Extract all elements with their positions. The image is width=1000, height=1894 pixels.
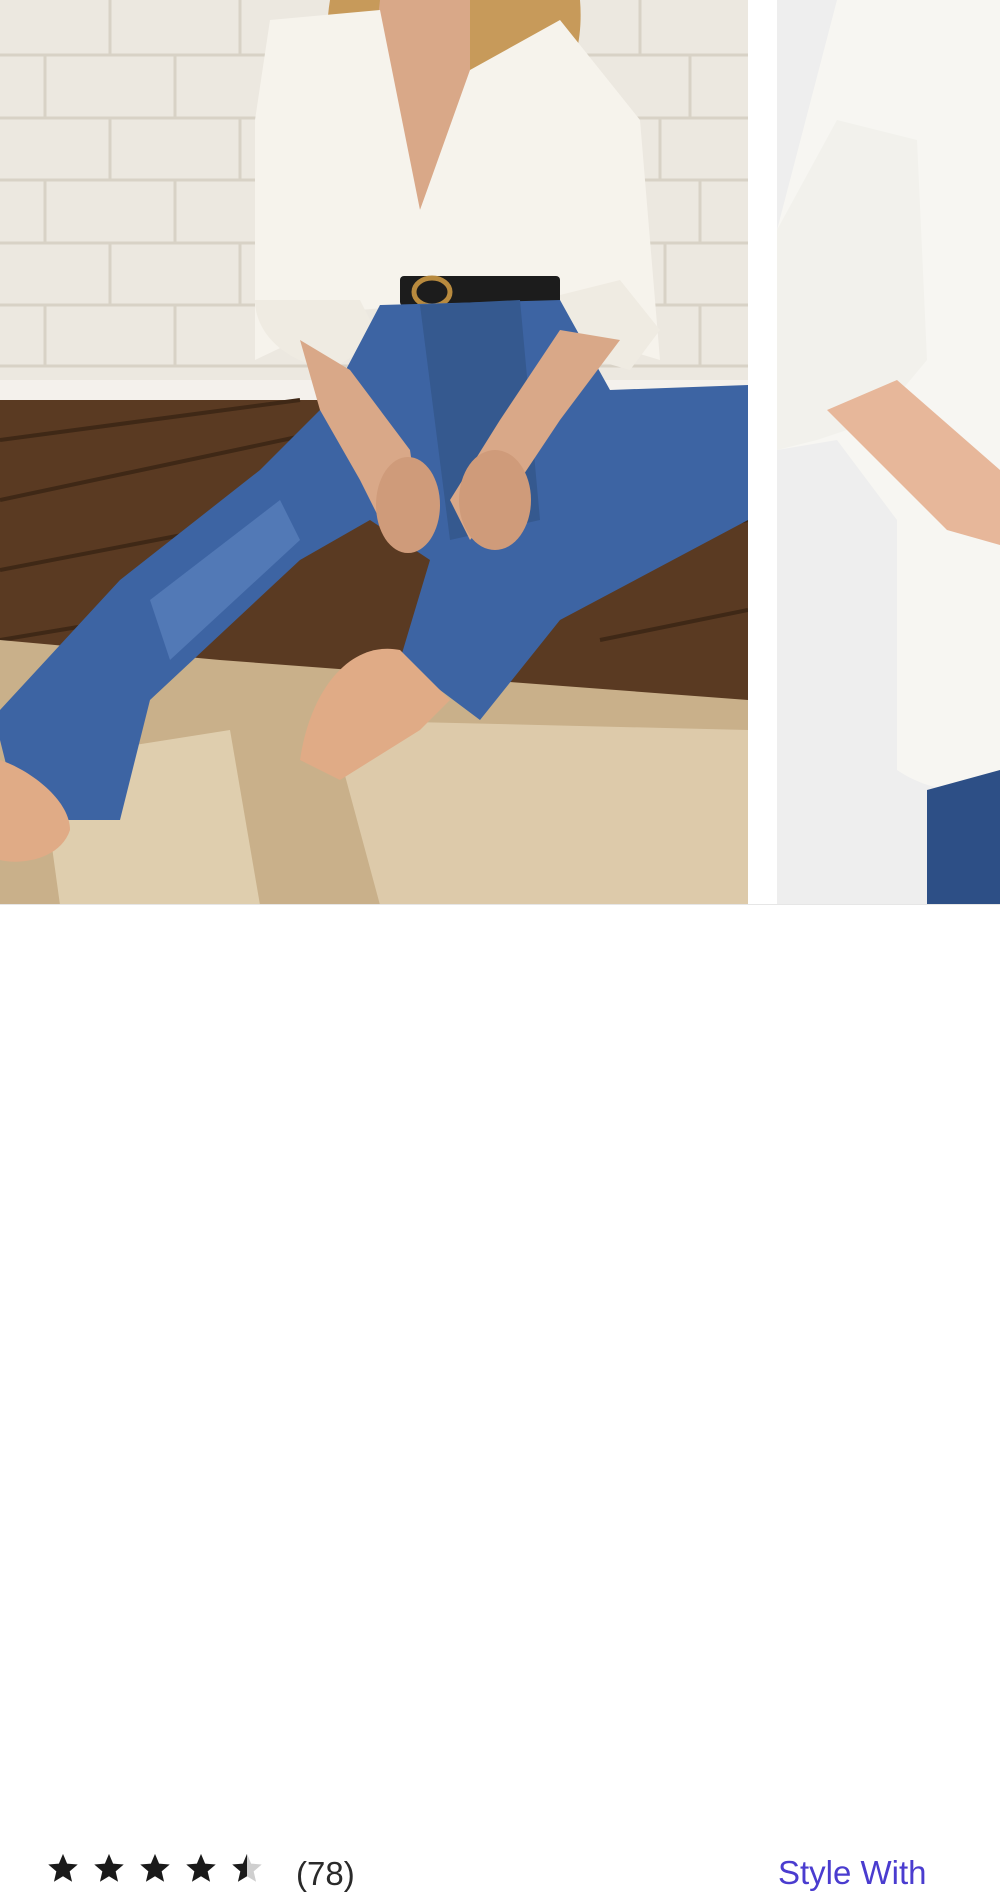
star-full-icon (140, 1853, 170, 1882)
product-photo-model-seated (0, 0, 748, 905)
star-half-icon (232, 1853, 262, 1882)
product-rating-bar: (78) Style With (0, 905, 1000, 1892)
product-photo-shirt-closeup (777, 0, 1000, 905)
product-image-next[interactable] (777, 0, 1000, 905)
product-image-carousel[interactable] (0, 0, 1000, 905)
star-full-icon (186, 1853, 216, 1882)
rating-stars[interactable] (46, 1851, 276, 1885)
star-full-icon (48, 1853, 78, 1882)
product-image-main[interactable] (0, 0, 748, 905)
review-count[interactable]: (78) (296, 1854, 355, 1894)
star-full-icon (94, 1853, 124, 1882)
style-with-link[interactable]: Style With (778, 1853, 927, 1893)
